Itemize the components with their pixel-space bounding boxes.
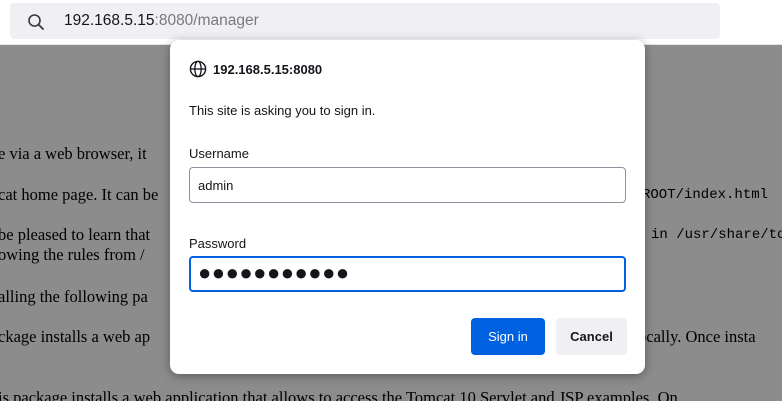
username-label: Username xyxy=(189,146,249,161)
globe-icon xyxy=(189,60,207,78)
auth-dialog: 192.168.5.15:8080 This site is asking yo… xyxy=(170,40,645,374)
browser-toolbar: 192.168.5.15:8080/manager xyxy=(0,0,782,45)
dialog-header: 192.168.5.15:8080 xyxy=(189,60,322,78)
username-field[interactable]: admin xyxy=(189,167,626,203)
url-host: 192.168.5.15 xyxy=(64,12,155,29)
password-label: Password xyxy=(189,236,247,251)
address-bar[interactable]: 192.168.5.15:8080/manager xyxy=(10,3,720,39)
password-field[interactable]: ●●●●●●●●●●● xyxy=(189,256,626,292)
username-value: admin xyxy=(198,177,234,193)
cancel-button[interactable]: Cancel xyxy=(556,318,627,355)
url-path: :8080/manager xyxy=(154,12,259,29)
dialog-origin: 192.168.5.15:8080 xyxy=(213,61,323,77)
search-icon xyxy=(28,14,44,30)
password-value: ●●●●●●●●●●● xyxy=(198,260,350,285)
address-bar-url[interactable]: 192.168.5.15:8080/manager xyxy=(64,12,259,30)
dialog-message: This site is asking you to sign in. xyxy=(189,103,376,118)
sign-in-button[interactable]: Sign in xyxy=(471,318,545,355)
